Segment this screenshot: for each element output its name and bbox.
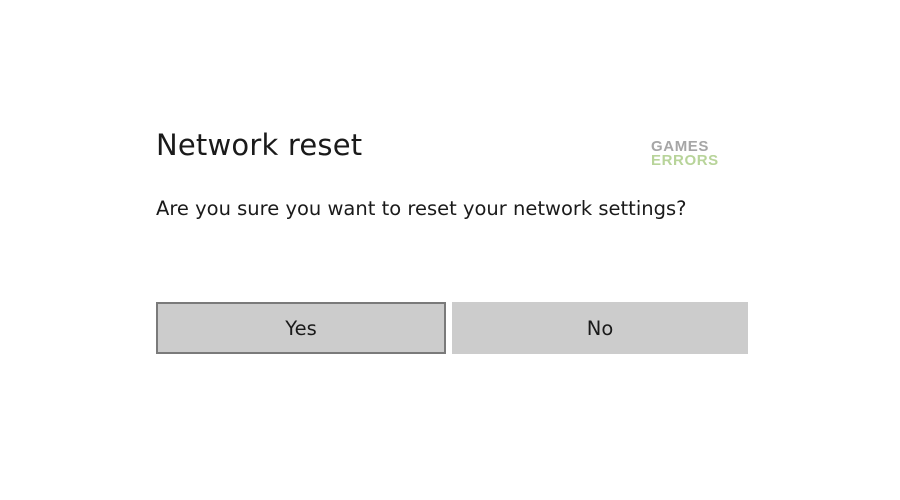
watermark-line-2: ERRORS: [651, 152, 719, 169]
watermark-logo: GAMES ERRORS: [651, 139, 719, 169]
dialog-message: Are you sure you want to reset your netw…: [156, 197, 687, 220]
yes-button-label: Yes: [285, 316, 317, 340]
no-button-label: No: [586, 316, 614, 340]
network-reset-dialog: Network reset GAMES ERRORS Are you sure …: [0, 0, 900, 500]
dialog-title: Network reset: [156, 128, 363, 162]
yes-button[interactable]: Yes: [156, 302, 446, 354]
no-button[interactable]: No: [452, 302, 748, 354]
